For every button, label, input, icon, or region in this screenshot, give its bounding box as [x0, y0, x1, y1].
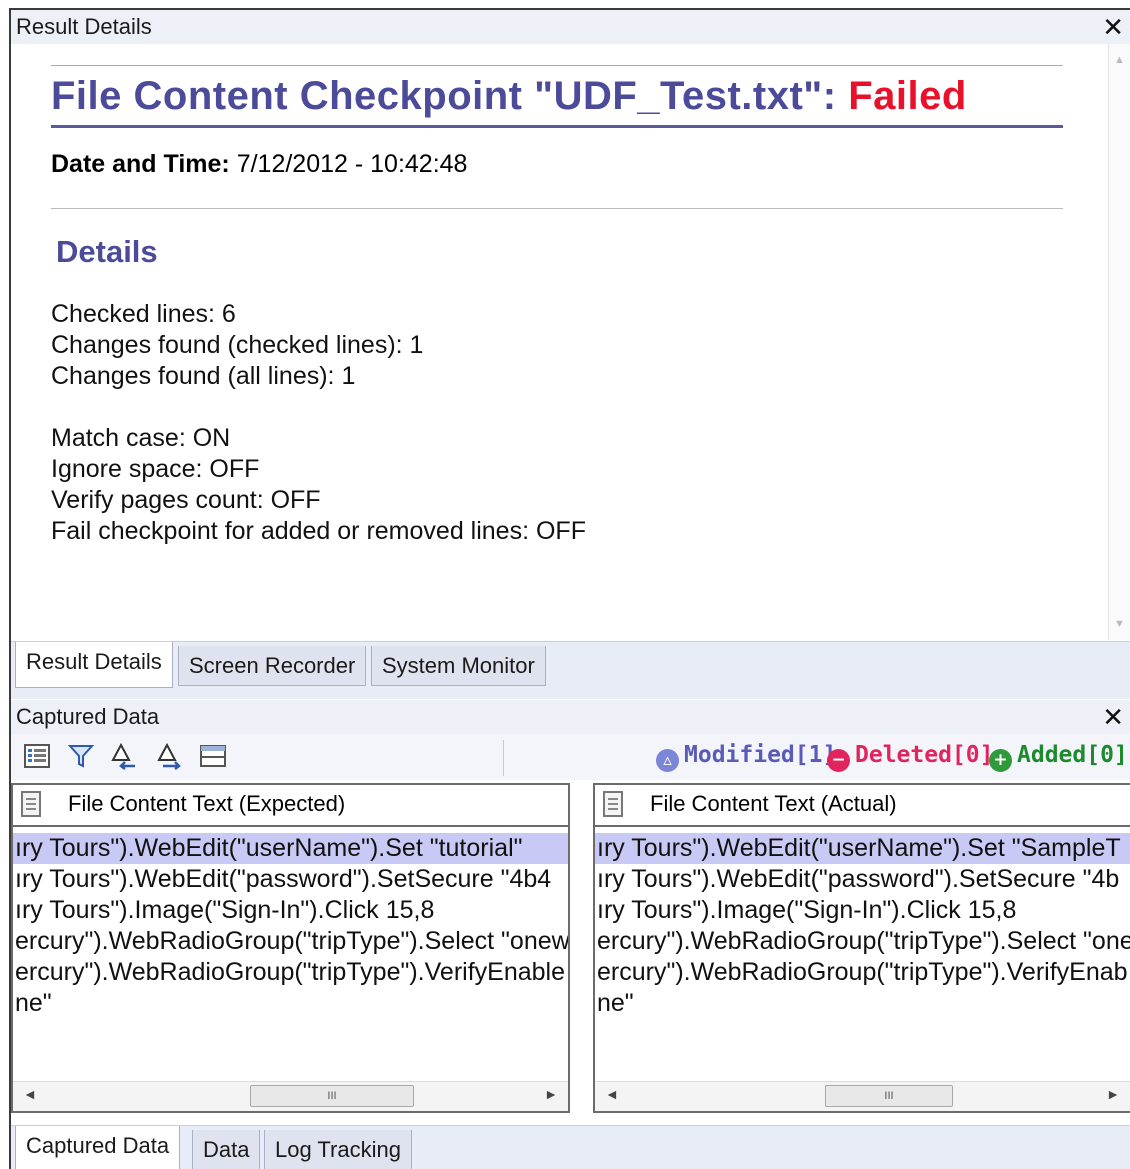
scroll-thumb[interactable]: III — [250, 1085, 414, 1107]
result-report: File Content Checkpoint "UDF_Test.txt": … — [11, 44, 1108, 640]
result-details-close-icon[interactable]: ✕ — [1102, 10, 1124, 44]
expected-line[interactable]: ıry Tours").WebEdit("password").SetSecur… — [13, 864, 568, 895]
date-time-value: 7/12/2012 - 10:42:48 — [229, 150, 468, 178]
tab-data[interactable]: Data — [192, 1130, 261, 1169]
detail-line: Changes found (all lines): 1 — [51, 362, 356, 390]
detail-line: Checked lines: 6 — [51, 300, 236, 328]
legend-added[interactable]: + Added[0] — [989, 742, 1128, 772]
scroll-right-icon[interactable]: ► — [544, 1086, 558, 1102]
previous-change-icon[interactable] — [109, 742, 137, 770]
actual-panel-header: File Content Text (Actual) — [595, 785, 1130, 827]
tab-screen-recorder[interactable]: Screen Recorder — [178, 646, 367, 686]
actual-line[interactable]: ercury").WebRadioGroup("tripType").Verif… — [595, 957, 1130, 988]
legend-modified-label: Modified[1] — [684, 742, 837, 768]
captured-data-titlebar: Captured Data ✕ — [11, 700, 1130, 734]
result-details-title: Result Details — [16, 14, 152, 39]
tab-system-monitor[interactable]: System Monitor — [371, 646, 546, 686]
expected-panel-header: File Content Text (Expected) — [13, 785, 568, 827]
split-view-icon[interactable] — [199, 742, 227, 770]
detail-line: Ignore space: OFF — [51, 455, 260, 483]
result-tab-strip: Result Details Screen Recorder System Mo… — [11, 641, 1130, 699]
expected-line[interactable]: ercury").WebRadioGroup("tripType").Verif… — [13, 957, 568, 988]
expected-line[interactable]: ercury").WebRadioGroup("tripType").Selec… — [13, 926, 568, 957]
expected-line[interactable]: ıry Tours").Image("Sign-In").Click 15,8 — [13, 895, 568, 926]
legend-deleted[interactable]: − Deleted[0] — [827, 742, 993, 772]
scroll-left-icon[interactable]: ◄ — [605, 1086, 619, 1102]
tab-log-tracking[interactable]: Log Tracking — [264, 1130, 412, 1169]
scroll-right-icon[interactable]: ► — [1106, 1086, 1120, 1102]
actual-line[interactable]: ne" — [595, 988, 1130, 1019]
added-icon: + — [989, 749, 1012, 772]
legend-deleted-label: Deleted[0] — [855, 742, 994, 768]
document-icon — [21, 791, 41, 817]
scroll-down-icon[interactable]: ▼ — [1114, 618, 1125, 630]
scroll-left-icon[interactable]: ◄ — [23, 1086, 37, 1102]
detail-line: Verify pages count: OFF — [51, 486, 321, 514]
legend-modified[interactable]: ▵ Modified[1] — [656, 742, 836, 772]
captured-tab-strip: Captured Data Data Log Tracking — [11, 1125, 1130, 1169]
date-time: Date and Time: 7/12/2012 - 10:42:48 — [51, 150, 467, 179]
properties-icon[interactable] — [23, 742, 51, 770]
actual-horizontal-scrollbar[interactable]: ◄ III ► — [595, 1081, 1130, 1111]
tab-result-details[interactable]: Result Details — [15, 642, 173, 688]
expected-line[interactable]: ne" — [13, 988, 568, 1019]
report-status: Failed — [848, 74, 967, 118]
actual-line-modified[interactable]: ıry Tours").WebEdit("userName").Set "Sam… — [595, 833, 1130, 864]
report-title-text: File Content Checkpoint "UDF_Test.txt": — [51, 74, 849, 118]
toolbar-separator — [503, 740, 504, 776]
next-change-icon[interactable] — [155, 742, 183, 770]
detail-line: Changes found (checked lines): 1 — [51, 331, 424, 359]
document-icon — [603, 791, 623, 817]
captured-data-title: Captured Data — [16, 704, 160, 729]
legend-added-label: Added[0] — [1017, 742, 1128, 768]
detail-line: Fail checkpoint for added or removed lin… — [51, 517, 586, 545]
detail-line: Match case: ON — [51, 424, 231, 452]
section-divider — [51, 208, 1063, 209]
expected-lines: ıry Tours").WebEdit("userName").Set "tut… — [13, 833, 568, 1019]
actual-panel: File Content Text (Actual) ıry Tours").W… — [593, 783, 1130, 1113]
actual-lines: ıry Tours").WebEdit("userName").Set "Sam… — [595, 833, 1130, 1019]
top-divider — [51, 65, 1063, 66]
actual-line[interactable]: ıry Tours").Image("Sign-In").Click 15,8 — [595, 895, 1130, 926]
date-time-label: Date and Time: — [51, 150, 230, 178]
details-heading: Details — [56, 234, 158, 269]
expected-header-label: File Content Text (Expected) — [68, 791, 346, 816]
scroll-thumb[interactable]: III — [825, 1085, 953, 1107]
modified-icon: ▵ — [656, 749, 679, 772]
expected-panel: File Content Text (Expected) ıry Tours")… — [11, 783, 570, 1113]
captured-data-close-icon[interactable]: ✕ — [1102, 700, 1124, 734]
result-details-titlebar: Result Details ✕ — [11, 10, 1130, 44]
expected-horizontal-scrollbar[interactable]: ◄ III ► — [13, 1081, 568, 1111]
filter-icon[interactable] — [67, 742, 95, 770]
tab-captured-data[interactable]: Captured Data — [15, 1126, 181, 1169]
actual-line[interactable]: ıry Tours").WebEdit("password").SetSecur… — [595, 864, 1130, 895]
captured-toolbar: ▵ Modified[1] − Deleted[0] + Added[0] — [11, 734, 1130, 780]
expected-line-modified[interactable]: ıry Tours").WebEdit("userName").Set "tut… — [13, 833, 568, 864]
deleted-icon: − — [827, 749, 850, 772]
title-underline — [51, 125, 1063, 128]
actual-line[interactable]: ercury").WebRadioGroup("tripType").Selec… — [595, 926, 1130, 957]
scroll-up-icon[interactable]: ▲ — [1114, 54, 1125, 66]
report-title: File Content Checkpoint "UDF_Test.txt": … — [51, 74, 967, 119]
actual-header-label: File Content Text (Actual) — [650, 791, 897, 816]
report-vertical-scrollbar[interactable]: ▲ ▼ — [1108, 44, 1130, 640]
